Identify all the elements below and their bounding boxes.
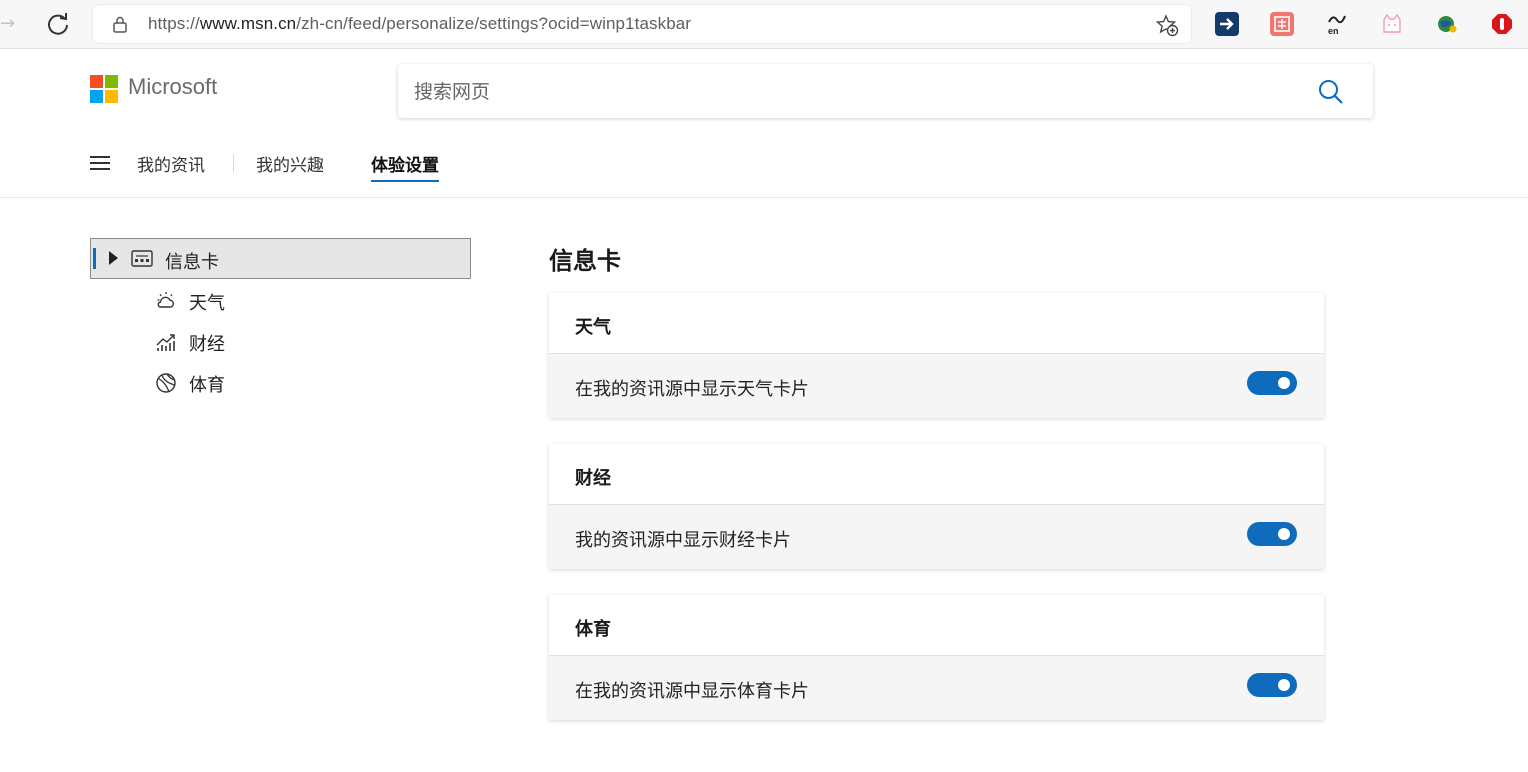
section-title: 信息卡 bbox=[549, 247, 621, 275]
sidebar-item-sports[interactable]: 体育 bbox=[155, 372, 355, 396]
url-host: www.msn.cn bbox=[199, 14, 297, 33]
url-scheme: https:// bbox=[148, 14, 200, 33]
sidebar-item-label: 信息卡 bbox=[165, 252, 219, 273]
finance-toggle[interactable] bbox=[1247, 522, 1297, 546]
tab-experience-settings[interactable]: 体验设置 bbox=[371, 151, 439, 182]
setting-row: 在我的资讯源中显示体育卡片 bbox=[549, 655, 1324, 720]
expand-caret-icon[interactable] bbox=[109, 251, 118, 265]
setting-label: 在我的资讯源中显示天气卡片 bbox=[575, 379, 809, 400]
setting-label: 我的资讯源中显示财经卡片 bbox=[575, 530, 791, 551]
card-title: 天气 bbox=[575, 317, 611, 338]
toggle-knob bbox=[1278, 528, 1290, 540]
sports-icon bbox=[156, 373, 176, 393]
finance-icon bbox=[156, 334, 175, 351]
browser-toolbar: → https://www.msn.cn/zh-cn/feed/personal… bbox=[0, 0, 1528, 49]
url-text[interactable]: https://www.msn.cn/zh-cn/feed/personaliz… bbox=[148, 14, 691, 34]
arrow-extension-icon[interactable] bbox=[1215, 12, 1239, 36]
search-icon[interactable] bbox=[1317, 78, 1345, 106]
weather-icon bbox=[157, 292, 175, 308]
setting-row: 我的资讯源中显示财经卡片 bbox=[549, 504, 1324, 569]
translate-extension-icon[interactable] bbox=[1270, 12, 1294, 36]
globe-extension-icon[interactable] bbox=[1435, 12, 1459, 36]
stop-extension-icon[interactable] bbox=[1490, 12, 1514, 36]
card-title: 体育 bbox=[575, 619, 611, 640]
card-title: 财经 bbox=[575, 468, 611, 489]
forward-icon[interactable]: → bbox=[0, 12, 16, 36]
sports-toggle[interactable] bbox=[1247, 673, 1297, 697]
sidebar-item-label: 财经 bbox=[189, 334, 225, 355]
lock-icon[interactable] bbox=[111, 15, 129, 33]
weather-toggle[interactable] bbox=[1247, 371, 1297, 395]
brand-name[interactable]: Microsoft bbox=[128, 74, 217, 100]
selection-indicator bbox=[93, 248, 96, 269]
hamburger-menu-icon[interactable] bbox=[90, 156, 110, 172]
weather-settings-card: 天气 在我的资讯源中显示天气卡片 bbox=[549, 293, 1324, 418]
url-path: /zh-cn/feed/personalize/settings?ocid=wi… bbox=[296, 14, 692, 33]
address-bar[interactable]: https://www.msn.cn/zh-cn/feed/personaliz… bbox=[93, 5, 1191, 43]
tab-my-interests[interactable]: 我的兴趣 bbox=[256, 151, 324, 176]
cat-extension-icon[interactable] bbox=[1380, 12, 1404, 36]
en-dictionary-extension-icon[interactable]: en bbox=[1325, 12, 1349, 36]
sidebar-item-finance[interactable]: 财经 bbox=[155, 331, 355, 355]
card-icon bbox=[131, 250, 153, 267]
microsoft-logo-icon[interactable] bbox=[90, 75, 118, 103]
toggle-knob bbox=[1278, 377, 1290, 389]
finance-settings-card: 财经 我的资讯源中显示财经卡片 bbox=[549, 444, 1324, 569]
svg-text:en: en bbox=[1328, 26, 1339, 36]
tab-divider bbox=[233, 154, 234, 172]
tab-my-feed[interactable]: 我的资讯 bbox=[137, 151, 205, 176]
sidebar-item-label: 体育 bbox=[189, 375, 225, 396]
sidebar-item-info-cards[interactable]: 信息卡 bbox=[90, 238, 471, 279]
add-favorite-icon[interactable] bbox=[1155, 13, 1179, 37]
refresh-icon[interactable] bbox=[44, 10, 72, 38]
sports-settings-card: 体育 在我的资讯源中显示体育卡片 bbox=[549, 595, 1324, 720]
sidebar-item-weather[interactable]: 天气 bbox=[155, 290, 355, 314]
setting-row: 在我的资讯源中显示天气卡片 bbox=[549, 353, 1324, 418]
header-divider bbox=[0, 197, 1528, 198]
sidebar-item-label: 天气 bbox=[189, 293, 225, 314]
setting-label: 在我的资讯源中显示体育卡片 bbox=[575, 681, 809, 702]
toggle-knob bbox=[1278, 679, 1290, 691]
search-input[interactable] bbox=[412, 74, 1296, 110]
search-box bbox=[398, 64, 1373, 118]
